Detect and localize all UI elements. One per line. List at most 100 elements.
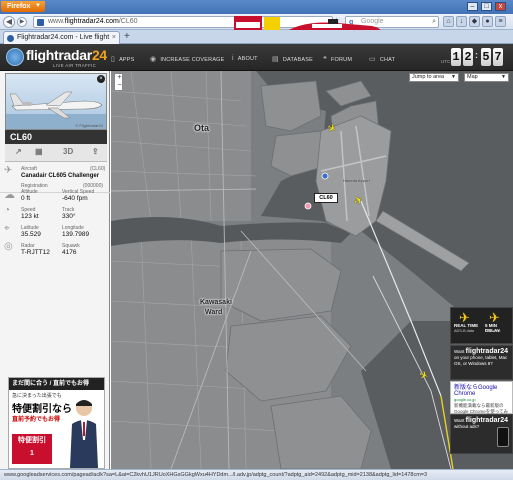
chevron-down-icon: ▼ <box>451 74 456 80</box>
utc-label: UTC <box>441 59 451 64</box>
ad-title: まだ間に合う / 直前でもお得 <box>9 378 104 390</box>
close-window-button[interactable]: x <box>495 2 506 11</box>
realtime-ad[interactable]: ✈ ✈ REAL TIME 5 MIN DELAY ADS-B data FAA… <box>450 307 513 344</box>
photo-credit: © Flightradar24 <box>75 123 103 128</box>
chevron-down-icon: ▼ <box>35 3 41 9</box>
share-icon[interactable]: ⇪ <box>92 147 99 156</box>
new-tab-button[interactable]: + <box>124 31 130 43</box>
nav-chat[interactable]: ▭ CHAT <box>369 55 395 63</box>
minimize-button[interactable]: – <box>467 2 478 11</box>
close-tab-icon[interactable]: × <box>112 32 116 44</box>
cockpit-view-icon[interactable]: ▦ <box>35 147 43 156</box>
search-icon[interactable]: ⌕ <box>432 17 436 27</box>
chat-icon: ▭ <box>369 56 376 63</box>
tab-strip: Flightradar24.com - Live flight trac... … <box>0 30 513 53</box>
extension-icon[interactable]: ● <box>482 16 493 27</box>
radar-icon: ◎ <box>4 241 13 252</box>
radar-value: T-RJTT12 <box>21 249 50 256</box>
firefox-menu-button[interactable]: Firefox ▼ <box>1 1 45 12</box>
nav-forum[interactable]: ❝ FORUM <box>323 55 352 63</box>
info-icon: i <box>232 55 234 62</box>
longitude-value: 139.7989 <box>62 231 90 238</box>
chat-bubbles-icon: ❝ <box>323 56 327 63</box>
ad-line-1: 急に決まった出張でも <box>12 393 62 399</box>
back-button[interactable]: ◀ <box>3 16 15 28</box>
url-prefix: www. <box>48 18 65 25</box>
aircraft-code: (CL60) <box>90 166 106 172</box>
altitude-value: 0 ft <box>21 195 31 202</box>
clock-hour-ones: 2 <box>463 48 473 66</box>
aircraft-tools: ↗ ▦ 3D ⇪ <box>5 144 107 162</box>
ad-badge: 特便割引 1 <box>12 434 52 464</box>
jet-image <box>6 91 106 129</box>
site-logo[interactable]: flightradar24 <box>26 47 107 63</box>
close-panel-icon[interactable]: × <box>97 75 105 83</box>
nav-about[interactable]: i ABOUT <box>232 55 258 62</box>
radar-logo-icon[interactable] <box>6 48 24 66</box>
status-bar: www.googleadservices.com/pagead/aclk?sa=… <box>0 469 513 480</box>
database-icon: ▤ <box>272 56 279 63</box>
site-favicon-icon <box>37 19 44 26</box>
map-type-select[interactable]: Map ▼ <box>464 73 509 82</box>
aircraft-photo[interactable]: × © Flightradar24 <box>5 73 107 130</box>
map-label-kawasaki: Kawasaki <box>200 299 232 306</box>
airplane-icon: ✈ <box>4 165 13 176</box>
map-label-ward: Ward <box>205 309 223 316</box>
zoom-out-button[interactable]: − <box>115 82 124 90</box>
ad-realtime-title: REAL TIME <box>454 323 479 328</box>
map-label-ota: Ota <box>194 123 210 133</box>
phone-image <box>497 427 509 447</box>
flight-data: ☁ Altitude Vertical Speed 0 ft -640 fpm … <box>0 186 110 266</box>
aircraft-name: Canadair CL605 Challenger <box>21 173 100 179</box>
download-icon[interactable]: ↓ <box>456 16 467 27</box>
nav-increase-coverage[interactable]: ◉ INCREASE COVERAGE <box>150 55 225 63</box>
ad-line-2: 特便割引なら <box>12 404 72 415</box>
flight-label-cl60[interactable]: CL60 <box>314 193 338 203</box>
ad-realtime-sub: ADS-B data <box>454 329 475 333</box>
addon-icon[interactable]: ◆ <box>469 16 480 27</box>
map-label-haneda: Haneda Airport <box>343 178 370 183</box>
maximize-button[interactable]: □ <box>481 2 492 11</box>
apps-ad[interactable]: Want flightradar24 on your phone, tablet… <box>450 345 513 380</box>
clock-minute-tens: 5 <box>481 48 491 66</box>
airport-marker-icon[interactable] <box>321 172 329 180</box>
airline-advertisement[interactable]: まだ間に合う / 直前でもお得 急に決まった出張でも 特便割引なら 直前予約でも… <box>8 377 105 469</box>
clock-hour-tens: 1 <box>451 48 461 66</box>
url-path: /CL60 <box>118 18 138 25</box>
latitude-value: 35.529 <box>21 231 41 238</box>
route-icon[interactable]: ↗ <box>15 147 22 156</box>
callsign-title: CL60 <box>5 130 107 144</box>
tab-favicon-icon <box>7 35 14 42</box>
zoom-in-button[interactable]: + <box>115 74 124 82</box>
track-value: 330° <box>62 213 76 220</box>
apps-ad-text: on your phone, tablet, Mac OS, or Window… <box>454 355 508 366</box>
eye-icon: ◉ <box>150 56 157 63</box>
view-3d-button[interactable]: 3D <box>63 147 73 156</box>
chrome-ad-title: 新版ならGoogle Chrome <box>454 385 498 397</box>
menu-icon[interactable]: ≡ <box>495 16 506 27</box>
selected-aircraft-dot[interactable] <box>304 202 312 210</box>
forward-button[interactable]: ▶ <box>17 17 27 27</box>
aircraft-info-panel: × © Flightradar24 CL60 ↗ ▦ 3D ⇪ ✈ Aircra… <box>0 71 110 469</box>
cloud-icon: ☁ <box>4 189 15 201</box>
ad-delay-sub: FAA data <box>485 329 501 333</box>
businessman-image <box>70 400 98 468</box>
clock-minute-ones: 7 <box>493 48 503 66</box>
chevron-down-icon: ▼ <box>501 74 506 80</box>
tab-flightradar[interactable]: Flightradar24.com - Live flight trac... … <box>3 31 120 53</box>
chrome-ad[interactable]: 新版ならGoogle Chrome google.co.jp 新機能満載なら最新… <box>450 381 513 420</box>
ad-line-3: 直前予約でもお得 <box>12 417 61 423</box>
home-icon[interactable]: ⌂ <box>443 16 454 27</box>
speed-value: 123 kt <box>21 213 39 220</box>
speedometer-icon: ◔ <box>4 205 11 216</box>
aircraft-label: Aircraft <box>21 166 37 172</box>
clock-separator: : <box>475 50 478 60</box>
phone-icon: ▯ <box>111 56 116 63</box>
url-host: flightradar24.com <box>64 18 119 25</box>
nav-apps[interactable]: ▯ APPS <box>111 55 135 63</box>
jump-to-area-select[interactable]: Jump to area ▼ <box>409 73 459 82</box>
no-ads-ad[interactable]: Want flightradar24 without ads? <box>450 414 513 454</box>
nav-database[interactable]: ▤ DATABASE <box>272 55 313 63</box>
zoom-control: + − <box>114 73 123 91</box>
site-header: flightradar24 LIVE AIR TRAFFIC ▯ APPS ◉ IN… <box>0 44 513 71</box>
